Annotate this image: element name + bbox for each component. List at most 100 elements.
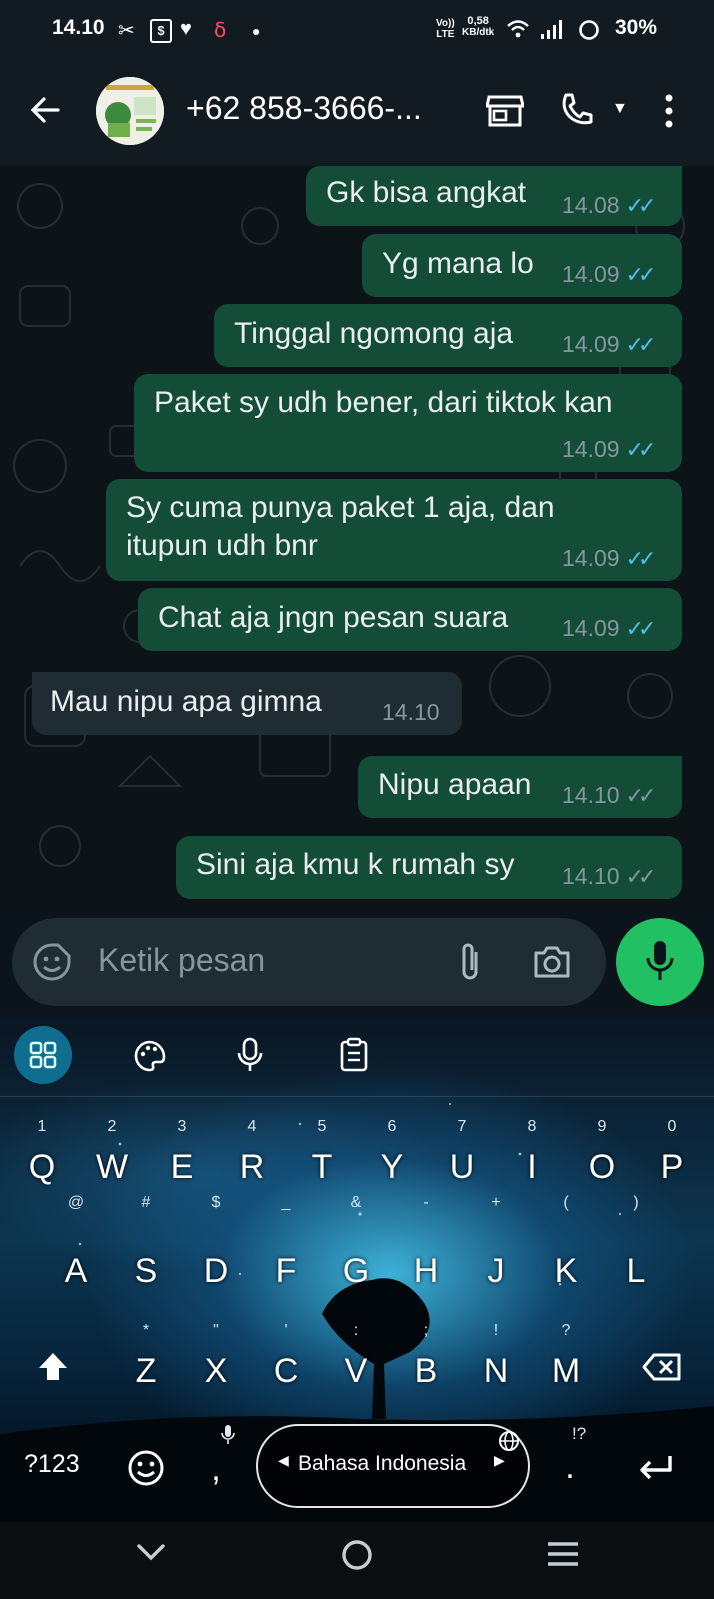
message-time: 14.10 xyxy=(382,699,440,725)
key-m[interactable]: M xyxy=(536,1352,596,1391)
key-hint: + xyxy=(491,1194,501,1211)
message-bubble-outgoing[interactable]: Gk bisa angkat 14.08 ✓✓ xyxy=(306,166,682,226)
nav-recents-menu-icon[interactable] xyxy=(546,1540,580,1568)
emoji-key-icon[interactable] xyxy=(126,1448,166,1488)
voice-record-button[interactable] xyxy=(616,918,704,1006)
key-h[interactable]: H xyxy=(396,1252,456,1291)
theme-palette-icon[interactable] xyxy=(120,1026,178,1084)
spacebar-language-label: Bahasa Indonesia xyxy=(298,1452,467,1475)
enter-return-icon[interactable] xyxy=(636,1452,676,1484)
key-hint: ' xyxy=(284,1322,288,1339)
message-time: 14.09 xyxy=(562,436,620,462)
message-time: 14.10 xyxy=(562,863,620,889)
key-j[interactable]: J xyxy=(466,1252,526,1291)
message-text: Mau nipu apa gimna xyxy=(50,685,322,718)
key-s[interactable]: S xyxy=(116,1252,176,1291)
nav-back-chevron-down-icon[interactable] xyxy=(136,1542,166,1564)
key-i[interactable]: I xyxy=(502,1148,562,1187)
key-k[interactable]: K xyxy=(536,1252,596,1291)
missed-call-icon: ✂ xyxy=(118,20,135,42)
key-w[interactable]: W xyxy=(82,1148,142,1187)
nav-home-circle-icon[interactable] xyxy=(340,1538,374,1572)
key-t[interactable]: T xyxy=(292,1148,352,1187)
key-x[interactable]: X xyxy=(186,1352,246,1391)
key-b[interactable]: B xyxy=(396,1352,456,1391)
message-text-line2: itupun udh bnr xyxy=(126,529,318,562)
message-meta: 14.09 ✓✓ xyxy=(562,261,656,288)
backspace-icon[interactable] xyxy=(642,1352,682,1382)
chat-area[interactable]: Gk bisa angkat 14.08 ✓✓ Yg mana lo 14.09 ✓… xyxy=(0,166,714,906)
message-text: Paket sy udh bener, dari tiktok kan xyxy=(154,386,613,419)
period-key[interactable]: . xyxy=(560,1448,580,1487)
shift-key-icon[interactable] xyxy=(36,1350,70,1384)
message-bubble-outgoing[interactable]: Sini aja kmu k rumah sy 14.10 ✓✓ xyxy=(176,836,682,899)
more-options-icon[interactable] xyxy=(664,94,674,128)
period-key-hint: !? xyxy=(572,1424,587,1443)
key-a[interactable]: A xyxy=(46,1252,106,1291)
key-hint: 6 xyxy=(387,1118,397,1135)
message-meta: 14.09 ✓✓ xyxy=(562,331,656,358)
key-z[interactable]: Z xyxy=(116,1352,176,1391)
message-bubble-outgoing[interactable]: Tinggal ngomong aja 14.09 ✓✓ xyxy=(214,304,682,367)
keyboard-apps-grid-icon[interactable] xyxy=(14,1026,72,1084)
sticker-emoji-icon[interactable] xyxy=(32,942,72,982)
key-p[interactable]: P xyxy=(642,1148,702,1187)
message-bubble-outgoing[interactable]: Sy cuma punya paket 1 aja, dan itupun ud… xyxy=(106,479,682,581)
app-notification-icon: ẟ xyxy=(214,20,227,42)
key-u[interactable]: U xyxy=(432,1148,492,1187)
key-q[interactable]: Q xyxy=(12,1148,72,1187)
read-ticks-icon: ✓✓ xyxy=(625,437,657,462)
key-r[interactable]: R xyxy=(222,1148,282,1187)
signal-icon xyxy=(541,20,562,39)
read-ticks-icon: ✓✓ xyxy=(625,546,657,571)
message-bubble-outgoing[interactable]: Yg mana lo 14.09 ✓✓ xyxy=(362,234,682,297)
symbols-key[interactable]: ?123 xyxy=(24,1450,80,1479)
key-hint: ! xyxy=(493,1322,499,1339)
key-hint: 0 xyxy=(667,1118,677,1135)
key-hint: _ xyxy=(281,1194,291,1211)
delivered-ticks-icon: ✓✓ xyxy=(625,864,657,889)
read-ticks-icon: ✓✓ xyxy=(625,193,657,218)
message-bubble-outgoing[interactable]: Chat aja jngn pesan suara 14.09 ✓✓ xyxy=(138,588,682,651)
read-ticks-icon: ✓✓ xyxy=(625,616,657,641)
key-g[interactable]: G xyxy=(326,1252,386,1291)
message-bubble-outgoing[interactable]: Paket sy udh bener, dari tiktok kan 14.0… xyxy=(134,374,682,472)
key-hint: 3 xyxy=(177,1118,187,1135)
key-hint: ) xyxy=(633,1194,639,1211)
message-text: Chat aja jngn pesan suara xyxy=(158,601,509,634)
key-hint: * xyxy=(142,1322,150,1339)
spacebar[interactable]: ◀ Bahasa Indonesia ▶ xyxy=(256,1424,530,1508)
message-text-line1: Sy cuma punya paket 1 aja, dan xyxy=(126,491,555,524)
message-bubble-incoming[interactable]: Mau nipu apa gimna 14.10 xyxy=(32,672,462,735)
call-dropdown-chevron-down-icon[interactable]: ▼ xyxy=(612,100,628,118)
key-c[interactable]: C xyxy=(256,1352,316,1391)
clipboard-icon[interactable] xyxy=(324,1026,382,1084)
contact-name[interactable]: +62 858-3666-... xyxy=(186,90,422,127)
key-d[interactable]: D xyxy=(186,1252,246,1291)
microphone-icon xyxy=(646,941,674,980)
key-n[interactable]: N xyxy=(466,1352,526,1391)
comma-key[interactable]: , xyxy=(206,1450,226,1489)
language-next-chevron-right-icon: ▶ xyxy=(494,1452,505,1468)
key-o[interactable]: O xyxy=(572,1148,632,1187)
message-composer[interactable]: Ketik pesan xyxy=(12,918,606,1006)
message-input[interactable]: Ketik pesan xyxy=(98,942,265,979)
message-text: Gk bisa angkat xyxy=(326,176,527,209)
message-time: 14.09 xyxy=(562,261,620,287)
avatar[interactable] xyxy=(96,77,164,145)
key-l[interactable]: L xyxy=(606,1252,666,1291)
key-v[interactable]: V xyxy=(326,1352,386,1391)
catalog-shop-icon[interactable] xyxy=(486,94,524,128)
paperclip-attach-icon[interactable] xyxy=(458,940,484,984)
message-text: Sini aja kmu k rumah sy xyxy=(196,848,515,881)
camera-icon[interactable] xyxy=(532,944,572,980)
call-icon[interactable] xyxy=(558,92,594,128)
voice-typing-mic-icon[interactable] xyxy=(220,1026,278,1084)
message-bubble-outgoing[interactable]: Nipu apaan 14.10 ✓✓ xyxy=(358,756,682,818)
key-e[interactable]: E xyxy=(152,1148,212,1187)
more-notifications-dot: ● xyxy=(252,23,261,39)
key-y[interactable]: Y xyxy=(362,1148,422,1187)
back-arrow-icon[interactable] xyxy=(28,93,62,127)
key-f[interactable]: F xyxy=(256,1252,316,1291)
key-hint: 8 xyxy=(527,1118,537,1135)
